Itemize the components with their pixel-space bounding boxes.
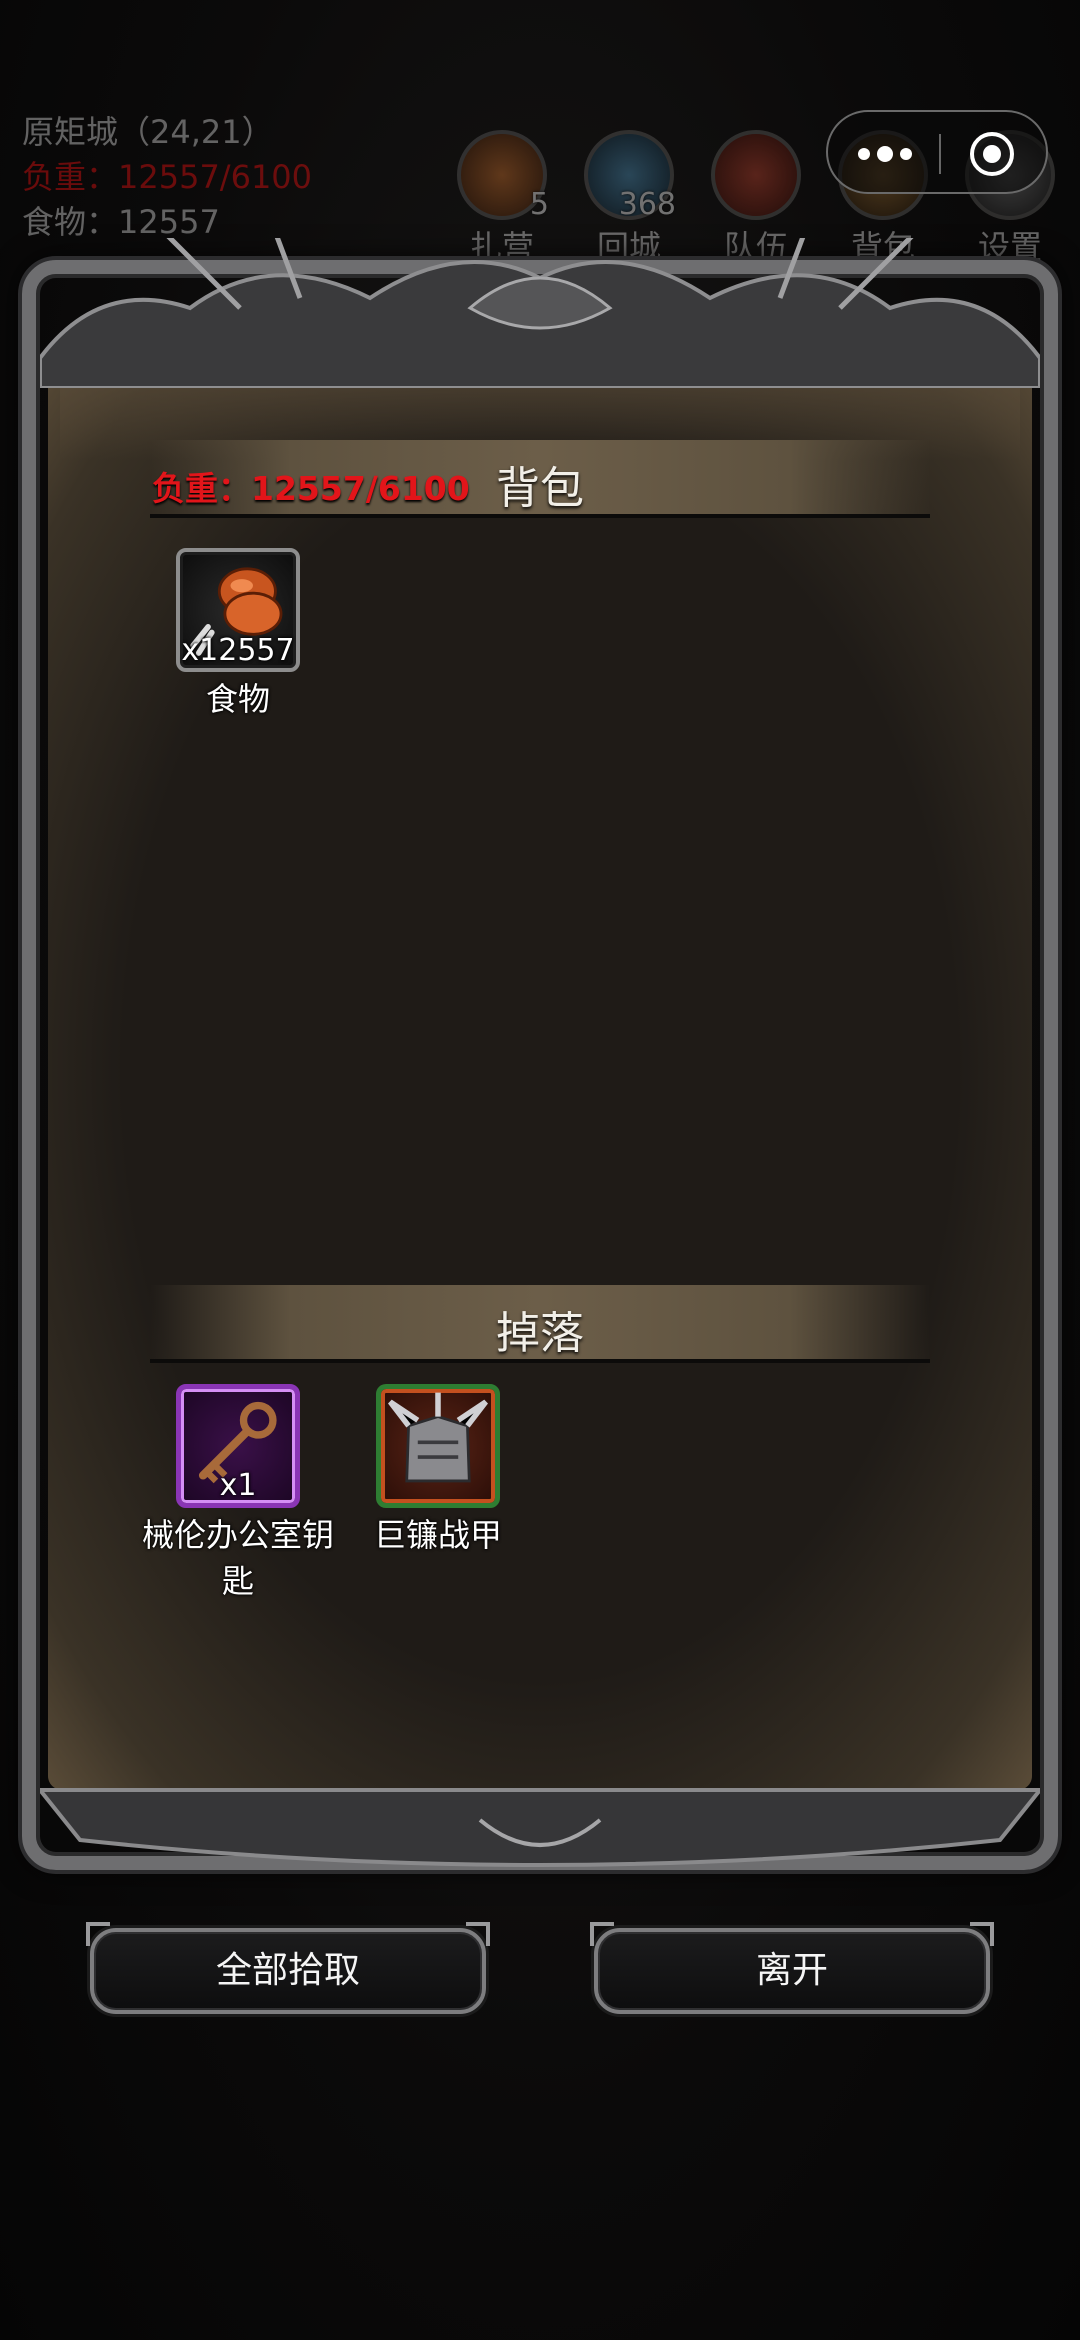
drop-item-armor[interactable]: 巨镰战甲 bbox=[368, 1384, 508, 1558]
game-screen: 原矩城（24,21） 负重：12557/6100 食物：12557 5 扎营 3… bbox=[0, 0, 1080, 2340]
capsule-divider bbox=[939, 134, 941, 174]
return-badge: 368 bbox=[618, 187, 676, 222]
leave-button[interactable]: 离开 bbox=[590, 1922, 994, 2014]
close-miniprogram-icon[interactable] bbox=[970, 132, 1014, 176]
item-tile bbox=[376, 1384, 500, 1508]
spiked-armor-icon bbox=[388, 1392, 488, 1483]
portal-icon: 368 bbox=[584, 130, 676, 222]
miniprogram-capsule bbox=[826, 110, 1048, 194]
header-divider bbox=[150, 514, 930, 518]
header-divider bbox=[150, 1359, 930, 1363]
item-tile: x1 bbox=[176, 1384, 300, 1508]
location-text: 原矩城（24,21） bbox=[22, 113, 274, 151]
team-icon bbox=[711, 130, 801, 220]
food-text: 食物：12557 bbox=[22, 203, 220, 241]
return-city-button[interactable]: 368 回城 bbox=[579, 130, 679, 268]
backpack-header: 负重：12557/6100 背包 bbox=[150, 440, 930, 518]
item-quantity: x12557 bbox=[181, 633, 295, 668]
item-name: 食物 bbox=[205, 680, 270, 718]
hud-weight-text: 负重：12557/6100 bbox=[22, 158, 313, 196]
camp-button[interactable]: 5 扎营 bbox=[452, 130, 552, 268]
item-name: 械伦办公室钥匙 bbox=[141, 1516, 334, 1600]
drops-title: 掉落 bbox=[496, 1308, 584, 1359]
item-quantity: x1 bbox=[219, 1468, 257, 1503]
drops-header: 掉落 bbox=[150, 1285, 930, 1363]
item-tile: x12557 bbox=[176, 548, 300, 672]
drop-item-key[interactable]: x1 械伦办公室钥匙 bbox=[142, 1384, 334, 1604]
more-menu-icon[interactable] bbox=[858, 136, 958, 172]
backpack-title: 背包 bbox=[496, 463, 584, 514]
camp-badge: 5 bbox=[529, 187, 549, 222]
backpack-item-food[interactable]: x12557 食物 bbox=[168, 548, 308, 722]
item-name: 巨镰战甲 bbox=[373, 1516, 502, 1554]
campfire-icon: 5 bbox=[457, 130, 549, 222]
status-info: 原矩城（24,21） 负重：12557/6100 食物：12557 bbox=[22, 110, 312, 245]
team-button[interactable]: 队伍 bbox=[706, 130, 806, 268]
pick-all-button[interactable]: 全部拾取 bbox=[86, 1922, 490, 2014]
